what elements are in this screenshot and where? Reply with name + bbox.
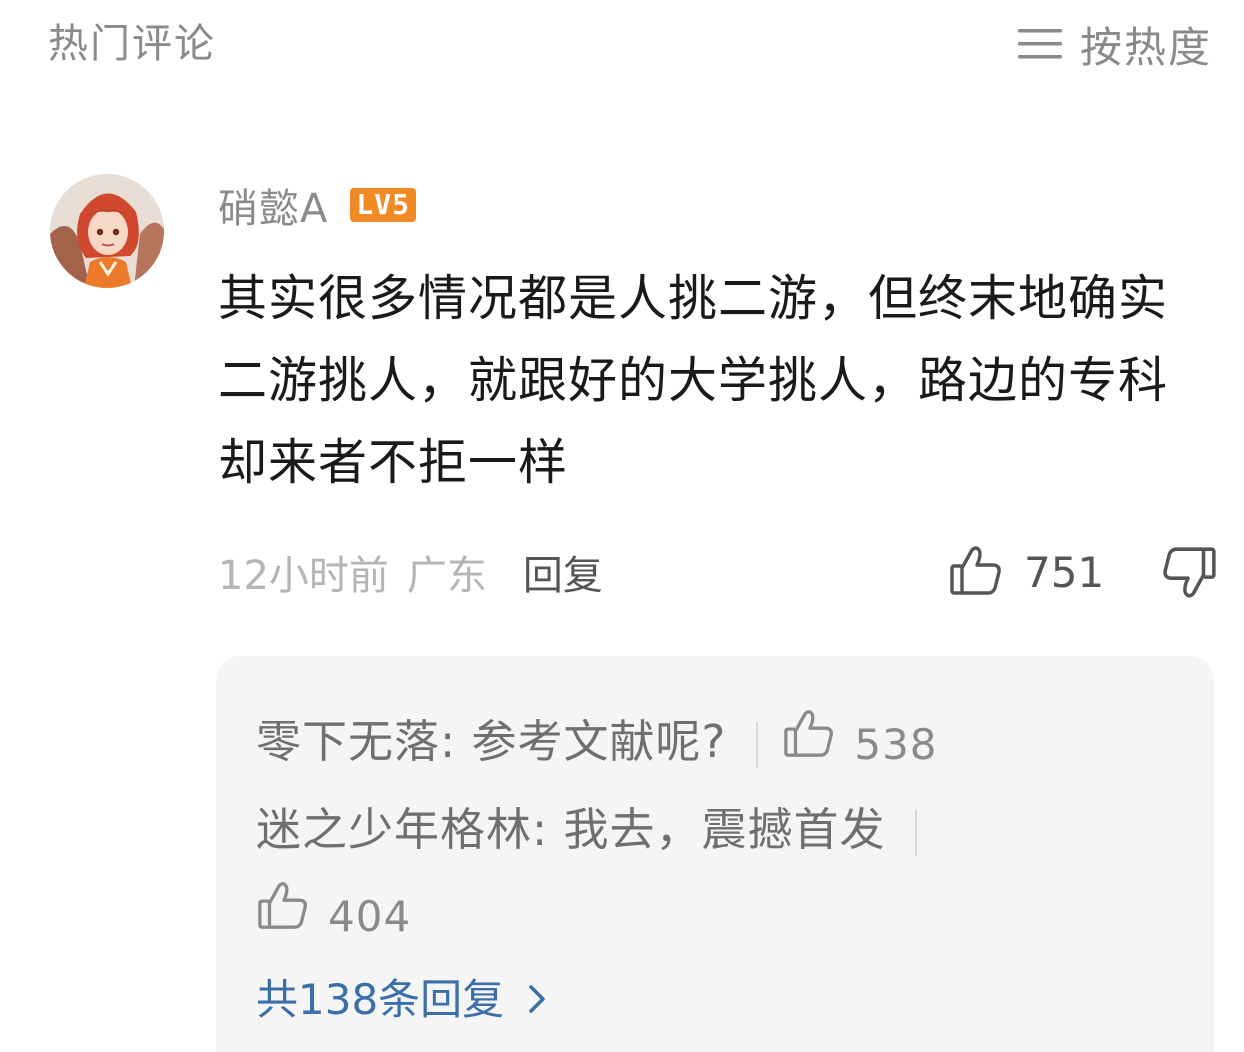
level-badge: LV5 [350,188,416,222]
section-title: 热门评论 [48,21,216,67]
divider [756,722,759,768]
reply-button[interactable]: 回复 [523,543,603,601]
like-count: 751 [1024,547,1105,597]
thumbs-down-icon [1160,547,1218,606]
avatar[interactable] [50,174,164,288]
chevron-right-icon [524,978,550,1014]
thumbs-up-icon [782,703,836,787]
reply-item[interactable]: 迷之少年格林: 我去，震撼首发 404 [256,788,956,959]
comment-text: 其实很多情况都是人挑二游，但终末地确实二游挑人，就跟好的大学挑人，路边的专科却来… [218,270,1169,491]
view-all-replies-link[interactable]: 共138条回复 [256,968,550,1024]
like-button[interactable]: 751 [948,540,1104,604]
dislike-button[interactable] [1160,544,1218,602]
menu-lines-icon [1016,24,1064,64]
username[interactable]: 硝懿A [218,176,328,234]
reply-like-button[interactable]: 538 [782,703,937,787]
divider [915,810,918,856]
replies-panel: 零下无落: 参考文献呢? 538 迷之少年格林: 我去，震撼首发 404 共138条… [216,656,1214,1052]
more-replies-label: 共138条回复 [256,974,505,1024]
thumbs-up-icon [948,542,1004,602]
comment-location: 广东 [406,553,487,599]
reply-item[interactable]: 零下无落: 参考文献呢? 538 [256,700,938,787]
reply-text: 迷之少年格林: 我去，震撼首发 [256,803,886,856]
reply-like-count: 538 [854,720,938,769]
reply-text: 零下无落: 参考文献呢? [256,715,727,768]
sort-label: 按热度 [1079,22,1212,72]
reply-like-count: 404 [328,892,412,941]
thumbs-up-icon [256,875,310,959]
sort-button[interactable]: 按热度 [1016,18,1212,72]
reply-like-button[interactable]: 404 [256,875,411,959]
comment-time: 12小时前 [218,553,389,599]
